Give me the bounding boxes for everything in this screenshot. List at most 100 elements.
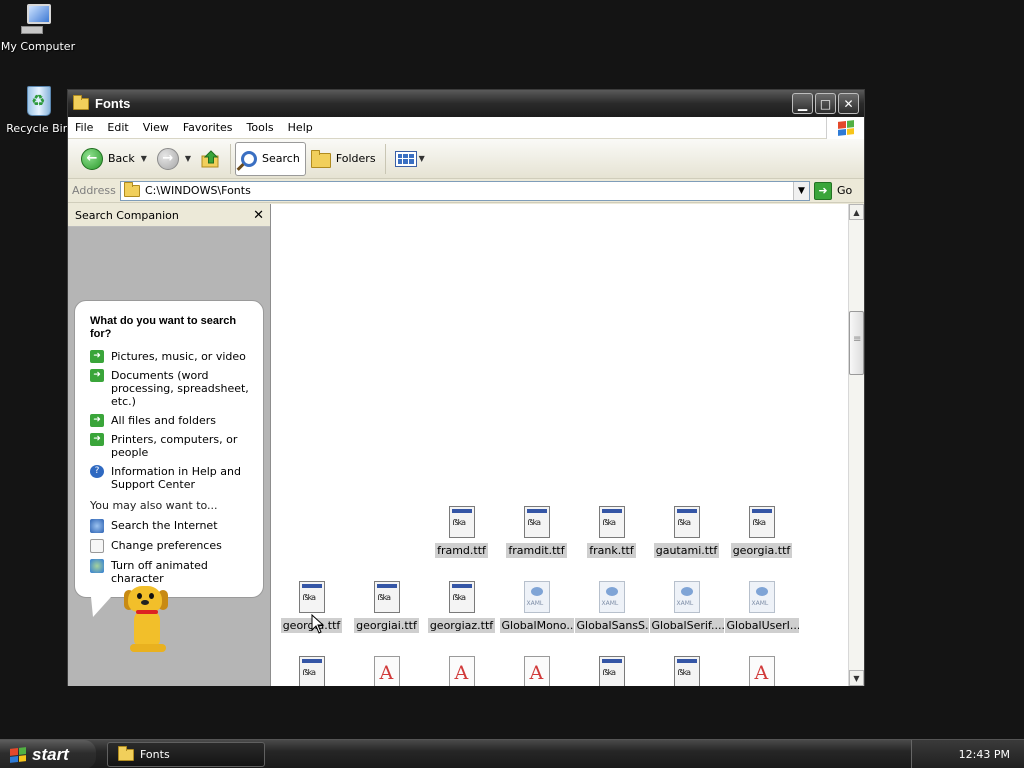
file-item[interactable]: georgiaz.ttf: [424, 581, 499, 636]
green-arrow-icon: ➜: [90, 414, 104, 427]
truetype-font-icon: [748, 506, 775, 538]
file-item[interactable]: [424, 656, 499, 686]
go-button[interactable]: ➜ Go: [814, 181, 860, 200]
scroll-down-icon[interactable]: ▼: [849, 670, 864, 686]
option-label: Turn off animated character: [111, 559, 208, 585]
xaml-file-icon: [523, 581, 550, 613]
font-a-icon: [523, 656, 550, 686]
title-bar[interactable]: Fonts ▁ □ ✕: [68, 90, 864, 117]
file-item[interactable]: framd.ttf: [424, 506, 499, 561]
truetype-font-icon: [298, 581, 325, 613]
file-item[interactable]: georgia.ttf: [724, 506, 799, 561]
file-name: framdit.ttf: [506, 543, 567, 558]
forward-button[interactable]: → ▼: [152, 142, 196, 176]
views-icon: [394, 150, 417, 167]
views-button[interactable]: ▼: [390, 142, 430, 176]
address-input[interactable]: C:\WINDOWS\Fonts ▼: [120, 180, 810, 201]
back-label: Back: [108, 152, 135, 165]
change-preferences-link[interactable]: Change preferences: [90, 539, 249, 553]
font-a-icon: [373, 656, 400, 686]
menu-tools[interactable]: Tools: [240, 121, 281, 134]
truetype-font-icon: [448, 581, 475, 613]
file-item[interactable]: [724, 656, 799, 686]
standard-toolbar: ← Back ▼ → ▼ Search Folders ▼: [68, 139, 864, 179]
windows-logo-icon: [826, 117, 864, 139]
forward-dropdown-icon[interactable]: ▼: [185, 154, 191, 163]
pane-title: Search Companion: [75, 208, 179, 222]
search-option-help[interactable]: ? Information in Help and Support Center: [90, 465, 249, 491]
font-a-icon: [448, 656, 475, 686]
search-option-printers[interactable]: ➜ Printers, computers, or people: [90, 433, 249, 459]
xaml-file-icon: [748, 581, 775, 613]
views-dropdown-icon[interactable]: ▼: [419, 154, 425, 163]
menu-edit[interactable]: Edit: [100, 121, 135, 134]
address-dropdown-icon[interactable]: ▼: [793, 181, 809, 200]
scroll-up-icon[interactable]: ▲: [849, 204, 864, 220]
file-item[interactable]: frank.ttf: [574, 506, 649, 561]
green-arrow-icon: ➜: [90, 350, 104, 363]
folders-icon: [310, 149, 331, 168]
go-label: Go: [837, 184, 853, 197]
menu-file[interactable]: File: [68, 121, 100, 134]
turn-off-character-link[interactable]: Turn off animated character: [90, 559, 249, 585]
desktop-icon-my-computer[interactable]: My Computer: [0, 2, 76, 53]
up-button[interactable]: [196, 142, 226, 176]
truetype-font-icon: [298, 656, 325, 686]
maximize-button[interactable]: □: [815, 93, 836, 114]
option-label: Search the Internet: [111, 519, 218, 532]
vertical-scrollbar[interactable]: ▲ ▼: [848, 204, 864, 686]
file-item[interactable]: GlobalSerif....: [649, 581, 724, 636]
file-item[interactable]: [349, 656, 424, 686]
folders-button[interactable]: Folders: [306, 142, 381, 176]
menu-help[interactable]: Help: [281, 121, 320, 134]
truetype-font-icon: [373, 581, 400, 613]
xaml-file-icon: [598, 581, 625, 613]
option-label: All files and folders: [111, 414, 216, 427]
help-info-icon: ?: [90, 465, 104, 478]
back-button[interactable]: ← Back ▼: [76, 142, 152, 176]
search-option-all-files[interactable]: ➜ All files and folders: [90, 414, 249, 427]
file-item[interactable]: framdit.ttf: [499, 506, 574, 561]
preferences-icon: [90, 539, 104, 553]
folder-icon: [118, 745, 134, 761]
file-item[interactable]: [649, 656, 724, 686]
search-option-pictures[interactable]: ➜ Pictures, music, or video: [90, 350, 249, 363]
back-dropdown-icon[interactable]: ▼: [141, 154, 147, 163]
address-label: Address: [72, 184, 116, 197]
menu-view[interactable]: View: [136, 121, 176, 134]
start-button[interactable]: start: [0, 740, 96, 768]
search-option-documents[interactable]: ➜ Documents (word processing, spreadshee…: [90, 369, 249, 408]
desktop-icon-label: Recycle Bin: [6, 122, 70, 135]
file-list: framd.ttf framdit.ttf frank.ttf gautami.…: [271, 204, 848, 686]
taskbar-button-fonts[interactable]: Fonts: [107, 742, 265, 767]
go-arrow-icon: ➜: [814, 181, 832, 200]
minimize-button[interactable]: ▁: [792, 93, 813, 114]
search-dog-character-icon[interactable]: [120, 584, 176, 656]
close-button[interactable]: ✕: [838, 93, 859, 114]
option-label: Documents (word processing, spreadsheet,…: [111, 369, 249, 408]
explorer-window: Fonts ▁ □ ✕ File Edit View Favorites Too…: [67, 89, 865, 686]
truetype-font-icon: [598, 656, 625, 686]
scroll-thumb[interactable]: [849, 311, 864, 375]
font-a-icon: [748, 656, 775, 686]
search-button[interactable]: Search: [235, 141, 306, 176]
close-pane-icon[interactable]: ✕: [253, 208, 264, 223]
file-item[interactable]: georgiai.ttf: [349, 581, 424, 636]
file-item[interactable]: GlobalSansS...: [574, 581, 649, 636]
window-title: Fonts: [95, 96, 131, 111]
file-item[interactable]: gautami.ttf: [649, 506, 724, 561]
green-arrow-icon: ➜: [90, 369, 104, 382]
desktop-icon-recycle-bin[interactable]: Recycle Bin: [0, 84, 76, 135]
menu-favorites[interactable]: Favorites: [176, 121, 240, 134]
file-item[interactable]: [574, 656, 649, 686]
file-item[interactable]: GlobalUserI...: [724, 581, 799, 636]
clock[interactable]: 12:43 PM: [959, 748, 1010, 761]
menu-bar: File Edit View Favorites Tools Help: [68, 117, 864, 139]
search-bubble: What do you want to search for? ➜ Pictur…: [74, 300, 264, 617]
file-item[interactable]: [499, 656, 574, 686]
file-item[interactable]: GlobalMono....: [499, 581, 574, 636]
search-companion-pane: Search Companion ✕ What do you want to s…: [68, 204, 271, 686]
search-internet-link[interactable]: Search the Internet: [90, 519, 249, 533]
file-item[interactable]: [274, 656, 349, 686]
search-question: What do you want to search for?: [90, 315, 237, 340]
